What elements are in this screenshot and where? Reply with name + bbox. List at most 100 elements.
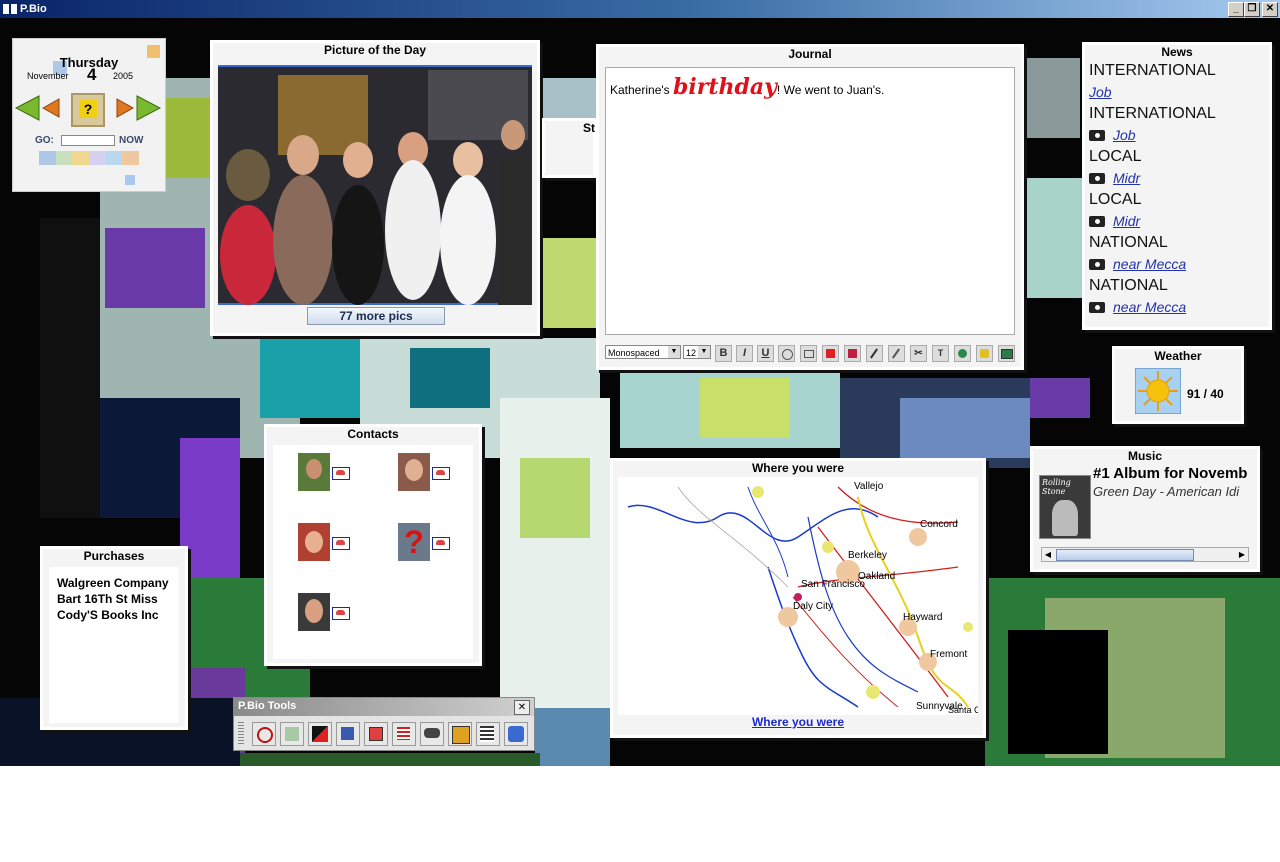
refresh-icon[interactable] (252, 722, 276, 746)
purchases-list: Walgreen Company Bart 16Th St Miss Cody'… (49, 567, 179, 723)
news-link[interactable]: Midr (1089, 211, 1265, 232)
map-icon[interactable] (280, 722, 304, 746)
stub-panel: St (542, 118, 596, 178)
news-link[interactable]: Job (1089, 125, 1265, 146)
phone-icon[interactable] (332, 537, 350, 550)
binoculars-icon[interactable] (420, 722, 444, 746)
insert-image-icon[interactable] (998, 345, 1015, 362)
journal-entry-text[interactable]: Katherine's birthday! We went to Juan's. (610, 74, 884, 100)
more-pics-button[interactable]: 77 more pics (307, 307, 445, 325)
border-icon[interactable] (800, 345, 817, 362)
music-album: Green Day - American Idi (1093, 484, 1240, 499)
purchase-item[interactable]: Bart 16Th St Miss (57, 591, 158, 607)
weather-title: Weather (1154, 349, 1202, 363)
underline-button[interactable]: U (757, 345, 774, 362)
grip-handle[interactable] (238, 722, 244, 746)
text-box-icon[interactable]: T (932, 345, 949, 362)
map-city-label: Concord (920, 519, 958, 530)
phone-icon[interactable] (432, 467, 450, 480)
brush-icon[interactable] (888, 345, 905, 362)
music-scrollbar[interactable]: ◀ ▶ (1041, 547, 1249, 562)
party-photo[interactable] (218, 65, 532, 305)
calendar-deco (125, 175, 135, 185)
scissors-icon[interactable]: ✂ (910, 345, 927, 362)
news-link-text: near Mecca (1113, 256, 1187, 272)
camera-icon (1089, 302, 1105, 313)
marker-icon[interactable] (976, 345, 993, 362)
next-arrows[interactable] (115, 95, 161, 121)
purchase-item[interactable]: Cody'S Books Inc (57, 607, 159, 623)
contact-avatar[interactable] (298, 593, 330, 631)
export-icon[interactable] (364, 722, 388, 746)
phone-icon[interactable] (332, 607, 350, 620)
grid-icon[interactable] (504, 722, 528, 746)
contact-avatar[interactable] (298, 523, 330, 561)
bg-block (40, 218, 100, 518)
picture-icon[interactable] (448, 722, 472, 746)
news-link[interactable]: near Mecca (1089, 254, 1265, 275)
where-you-were-link[interactable]: Where you were (613, 715, 983, 729)
tools-close-button[interactable]: ✕ (514, 700, 530, 715)
prev-arrows[interactable] (15, 95, 61, 121)
journal-panel: Journal Katherine's birthday! We went to… (596, 44, 1024, 370)
restore-button[interactable]: ❐ (1244, 2, 1260, 17)
journal-title: Journal (788, 47, 832, 61)
journal-editor[interactable]: Katherine's birthday! We went to Juan's. (605, 67, 1015, 335)
journal-text-start: Katherine's (610, 83, 673, 97)
album-cover[interactable]: Rolling Stone (1039, 475, 1091, 539)
font-family-select[interactable]: Monospaced ▼ (605, 345, 681, 359)
help-icon: ? (79, 100, 97, 118)
news-category: INTERNATIONAL (1089, 105, 1216, 122)
unknown-contact-icon[interactable]: ? (398, 523, 430, 561)
where-you-were-panel: Where you were Vallejo Concord Berkeley … (610, 458, 986, 738)
phone-icon[interactable] (332, 467, 350, 480)
weather-temps: 91 / 40 (1187, 387, 1224, 401)
color-palette-icon[interactable] (308, 722, 332, 746)
where-you-were-title: Where you were (751, 461, 845, 475)
font-size-value: 12 (686, 348, 697, 358)
book-icon (3, 4, 17, 14)
purchases-panel: Purchases Walgreen Company Bart 16Th St … (40, 546, 188, 730)
save-icon[interactable] (336, 722, 360, 746)
tools-title-bar[interactable]: P.Bio Tools ✕ (234, 698, 534, 716)
bg-block (700, 378, 790, 438)
pen-icon[interactable] (866, 345, 883, 362)
go-date-input[interactable] (61, 135, 115, 146)
news-link-text: Midr (1113, 213, 1141, 229)
scroll-thumb[interactable] (1056, 549, 1194, 561)
close-button[interactable]: ✕ (1262, 2, 1278, 17)
help-button[interactable]: ? (71, 93, 105, 127)
news-list: INTERNATIONAL Job INTERNATIONAL Job LOCA… (1089, 60, 1265, 318)
highlight-color-icon[interactable] (844, 345, 861, 362)
map-city-label: Berkeley (848, 550, 887, 561)
italic-button[interactable]: I (736, 345, 753, 362)
calendar-month: November (27, 71, 69, 81)
contact-avatar[interactable] (398, 453, 430, 491)
bg-block (180, 438, 240, 588)
bg-block (105, 228, 205, 308)
news-link[interactable]: Midr (1089, 168, 1265, 189)
font-size-select[interactable]: 12 ▼ (683, 345, 711, 359)
news-link-text: near Mecca (1113, 299, 1187, 315)
layout-icon[interactable] (392, 722, 416, 746)
emoticon-icon[interactable] (954, 345, 971, 362)
settings-icon[interactable] (476, 722, 500, 746)
news-link[interactable]: Job (1089, 82, 1265, 103)
scroll-left-icon[interactable]: ◀ (1042, 548, 1054, 561)
news-category: INTERNATIONAL (1089, 62, 1216, 79)
purchase-item[interactable]: Walgreen Company (57, 575, 169, 591)
scroll-right-icon[interactable]: ▶ (1236, 548, 1248, 561)
minimize-button[interactable]: _ (1228, 2, 1244, 17)
bold-button[interactable]: B (715, 345, 732, 362)
desktop-background: Thursday November 4 2005 ? GO: NOW Pictu… (0, 18, 1280, 766)
sun-icon (1135, 368, 1181, 414)
bay-area-map[interactable]: Vallejo Concord Berkeley Oakland San Fra… (618, 477, 978, 715)
bg-block (1030, 378, 1090, 418)
now-button[interactable]: NOW (119, 135, 143, 146)
news-category: LOCAL (1089, 148, 1142, 165)
strike-icon[interactable] (778, 345, 795, 362)
phone-icon[interactable] (432, 537, 450, 550)
news-link[interactable]: near Mecca (1089, 297, 1265, 318)
contact-avatar[interactable] (298, 453, 330, 491)
text-color-icon[interactable] (822, 345, 839, 362)
